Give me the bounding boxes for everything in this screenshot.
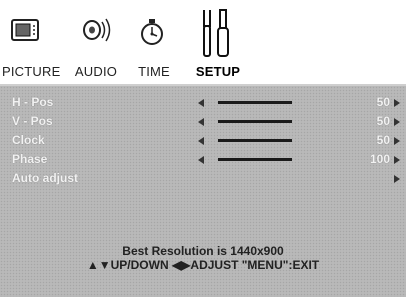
value-slider[interactable]	[218, 158, 292, 161]
navigation-hint: ▲▼UP/DOWN ◀▶ADJUST "MENU":EXIT	[86, 258, 320, 272]
setting-value: 100	[369, 152, 390, 166]
increase-arrow-icon[interactable]	[394, 156, 400, 164]
decrease-arrow-icon[interactable]	[198, 137, 204, 145]
setting-label: H - Pos	[12, 95, 54, 109]
setting-label: Phase	[12, 152, 48, 166]
tab-time-label: TIME	[138, 64, 170, 79]
enter-arrow-icon[interactable]	[394, 175, 400, 183]
value-slider[interactable]	[218, 120, 292, 123]
setting-label: Clock	[12, 133, 45, 147]
tab-audio-label: AUDIO	[74, 64, 118, 79]
value-slider[interactable]	[218, 139, 292, 142]
audio-icon	[62, 8, 122, 60]
setting-phase[interactable]: Phase 100	[0, 152, 406, 170]
setting-value: 50	[376, 95, 390, 109]
increase-arrow-icon[interactable]	[394, 137, 400, 145]
decrease-arrow-icon[interactable]	[198, 99, 204, 107]
menu-tab-bar: PICTURE AUDIO TIME SETUP	[0, 0, 406, 84]
value-slider[interactable]	[218, 101, 292, 104]
clock-icon	[122, 8, 182, 60]
setting-h-pos[interactable]: H - Pos 50	[0, 95, 406, 113]
tab-setup-label: SETUP	[195, 64, 241, 79]
setting-label: Auto adjust	[12, 171, 78, 185]
decrease-arrow-icon[interactable]	[198, 156, 204, 164]
resolution-hint: Best Resolution is 1440x900	[122, 244, 284, 258]
setting-v-pos[interactable]: V - Pos 50	[0, 114, 406, 132]
setting-label: V - Pos	[12, 114, 53, 128]
increase-arrow-icon[interactable]	[394, 118, 400, 126]
picture-icon	[2, 8, 62, 60]
setting-clock[interactable]: Clock 50	[0, 133, 406, 151]
tab-picture-label: PICTURE	[2, 64, 61, 79]
increase-arrow-icon[interactable]	[394, 99, 400, 107]
setting-value: 50	[376, 133, 390, 147]
setting-auto-adjust[interactable]: Auto adjust	[0, 171, 406, 189]
tools-icon	[180, 8, 240, 60]
decrease-arrow-icon[interactable]	[198, 118, 204, 126]
setting-value: 50	[376, 114, 390, 128]
